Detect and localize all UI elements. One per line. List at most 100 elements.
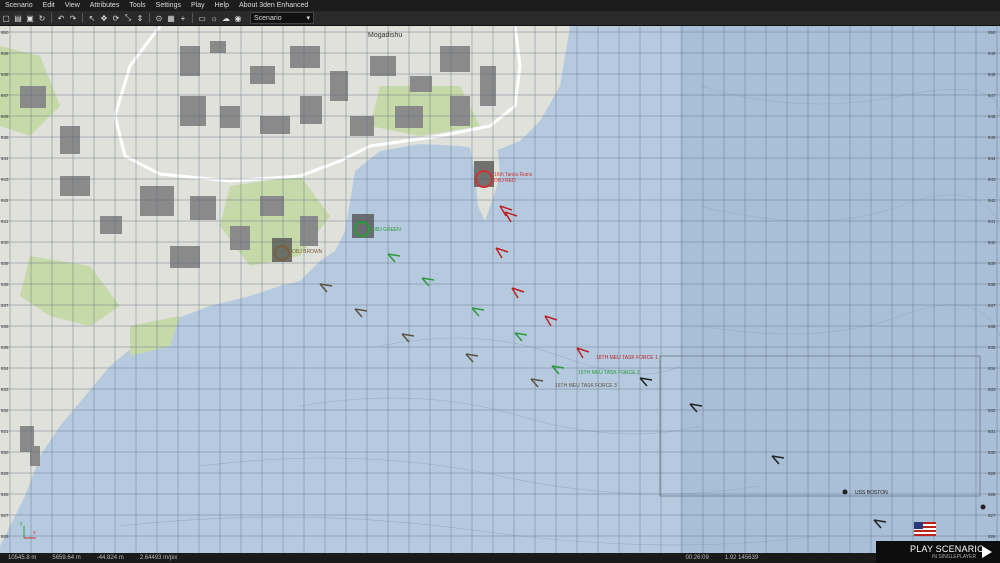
grid-label-right: 945 xyxy=(988,135,996,140)
scale-icon[interactable]: ⤡ xyxy=(123,13,133,23)
deep-water-area xyxy=(680,26,1000,553)
grid-label-left: 948 xyxy=(1,72,9,77)
grid-label-right: 942 xyxy=(988,198,996,203)
grid-label-right: 943 xyxy=(988,177,996,182)
status-pos-x: 10545.8 m xyxy=(8,555,37,561)
grid-label-right: 947 xyxy=(988,93,996,98)
ship-marker[interactable] xyxy=(980,504,986,510)
grid-label-right: 933 xyxy=(988,387,996,392)
status-scale: 2.64493 m/pix xyxy=(139,555,178,561)
grid-label-left: 944 xyxy=(1,156,9,161)
toolbar-separator xyxy=(149,13,150,23)
select-icon[interactable]: ↖ xyxy=(87,13,97,23)
surface-snap-icon[interactable]: ⊙ xyxy=(154,13,164,23)
grid-label-left: 936 xyxy=(1,324,9,329)
grid-label-left: 947 xyxy=(1,93,9,98)
grid-label-right: 944 xyxy=(988,156,996,161)
grid-label-right: 932 xyxy=(988,408,996,413)
new-icon[interactable]: ▢ xyxy=(1,13,11,23)
grid-label-left: 941 xyxy=(1,219,9,224)
grid-label-left: 929 xyxy=(1,471,9,476)
redo-icon[interactable]: ↷ xyxy=(68,13,78,23)
city-label: Mogadishu xyxy=(368,32,402,39)
grid-label-left: 938 xyxy=(1,282,9,287)
rotate-icon[interactable]: ⟳ xyxy=(111,13,121,23)
open-icon[interactable]: ▤ xyxy=(13,13,23,23)
grid-label-right: 927 xyxy=(988,513,996,518)
save-icon[interactable]: ▣ xyxy=(25,13,35,23)
toolbar-separator xyxy=(82,13,83,23)
grid-label-left: 949 xyxy=(1,51,9,56)
grid-label-right: 949 xyxy=(988,51,996,56)
grid-label-left: 937 xyxy=(1,303,9,308)
grid-label-left: 932 xyxy=(1,408,9,413)
status-pos-z: -44.824 m xyxy=(96,555,124,561)
grid-label-left: 950 xyxy=(1,30,9,35)
grid-label-right: 941 xyxy=(988,219,996,224)
play-scenario-button[interactable]: PLAY SCENARIO IN SINGLEPLAYER xyxy=(876,541,1000,563)
status-pos-y: 5659.64 m xyxy=(52,555,81,561)
grid-label-left: 927 xyxy=(1,513,9,518)
grid-label-left: 945 xyxy=(1,135,9,140)
grid-label-right: 926 xyxy=(988,534,996,539)
menu-bar: Scenario Edit View Attributes Tools Settings P… xyxy=(0,0,1000,11)
us-flag-icon xyxy=(914,522,936,536)
lighting-icon[interactable]: ☼ xyxy=(209,13,219,23)
grid-label-right: 937 xyxy=(988,303,996,308)
task-force-3-label[interactable]: 16TH MEU TASK FORCE 3 xyxy=(555,383,617,389)
mode-select[interactable]: Scenario ▾ xyxy=(250,12,314,24)
menu-item-edit[interactable]: Edit xyxy=(38,2,60,9)
toolbar-separator xyxy=(192,13,193,23)
grid-label-left: 942 xyxy=(1,198,9,203)
uss-boston-label: USS BOSTON xyxy=(855,490,888,496)
menu-item-tools[interactable]: Tools xyxy=(124,2,150,9)
grid-label-left: 934 xyxy=(1,366,9,371)
translate-icon[interactable]: ✥ xyxy=(99,13,109,23)
grid-label-left: 940 xyxy=(1,240,9,245)
status-time: 00:26:09 xyxy=(685,555,709,561)
vertical-icon[interactable]: ⇕ xyxy=(135,13,145,23)
menu-item-attributes[interactable]: Attributes xyxy=(85,2,125,9)
grid-label-right: 950 xyxy=(988,30,996,35)
history-icon[interactable]: ↻ xyxy=(37,13,47,23)
add-icon[interactable]: + xyxy=(178,13,188,23)
menu-item-play[interactable]: Play xyxy=(186,2,210,9)
brown-objective-label: OBJ BROWN xyxy=(292,249,323,255)
vision-icon[interactable]: ◉ xyxy=(233,13,243,23)
menu-item-settings[interactable]: Settings xyxy=(151,2,186,9)
undo-icon[interactable]: ↶ xyxy=(56,13,66,23)
menu-item-scenario[interactable]: Scenario xyxy=(0,2,38,9)
grid-label-right: 931 xyxy=(988,429,996,434)
grid-label-right: 939 xyxy=(988,261,996,266)
grid-label-right: 934 xyxy=(988,366,996,371)
green-objective-label: OBJ GREEN xyxy=(372,227,401,233)
status-zoom: 1.92 145639 xyxy=(724,555,759,561)
grid-label-right: 940 xyxy=(988,240,996,245)
grid-label-right: 935 xyxy=(988,345,996,350)
grid-label-left: 935 xyxy=(1,345,9,350)
map-view[interactable]: 16th Tanks Ruins OBJ RED OBJ GREEN OBJ B… xyxy=(0,26,1000,553)
grid-label-right: 929 xyxy=(988,471,996,476)
mode-select-value: Scenario xyxy=(254,14,282,22)
grid-label-right: 946 xyxy=(988,114,996,119)
map-icon[interactable]: ▭ xyxy=(197,13,207,23)
grid-label-left: 931 xyxy=(1,429,9,434)
grid-label-left: 943 xyxy=(1,177,9,182)
grid-label-right: 936 xyxy=(988,324,996,329)
grid-label-left: 930 xyxy=(1,450,9,455)
grid-icon[interactable]: ▦ xyxy=(166,13,176,23)
weather-icon[interactable]: ☁ xyxy=(221,13,231,23)
grid-label-right: 938 xyxy=(988,282,996,287)
menu-item-help[interactable]: Help xyxy=(210,2,234,9)
grid-label-left: 939 xyxy=(1,261,9,266)
menu-item-about-3den-enhanced[interactable]: About 3den Enhanced xyxy=(234,2,313,9)
grid-label-left: 926 xyxy=(1,534,9,539)
grid-label-left: 928 xyxy=(1,492,9,497)
red-objective-label: OBJ RED xyxy=(494,178,516,184)
task-force-2-label[interactable]: 16TH MEU TASK FORCE 2 xyxy=(578,370,640,376)
grid-label-left: 946 xyxy=(1,114,9,119)
task-force-1-label[interactable]: 16TH MEU TASK FORCE 1 xyxy=(596,355,658,361)
menu-item-view[interactable]: View xyxy=(60,2,85,9)
uss-boston-marker[interactable] xyxy=(842,489,848,495)
grid-label-right: 948 xyxy=(988,72,996,77)
